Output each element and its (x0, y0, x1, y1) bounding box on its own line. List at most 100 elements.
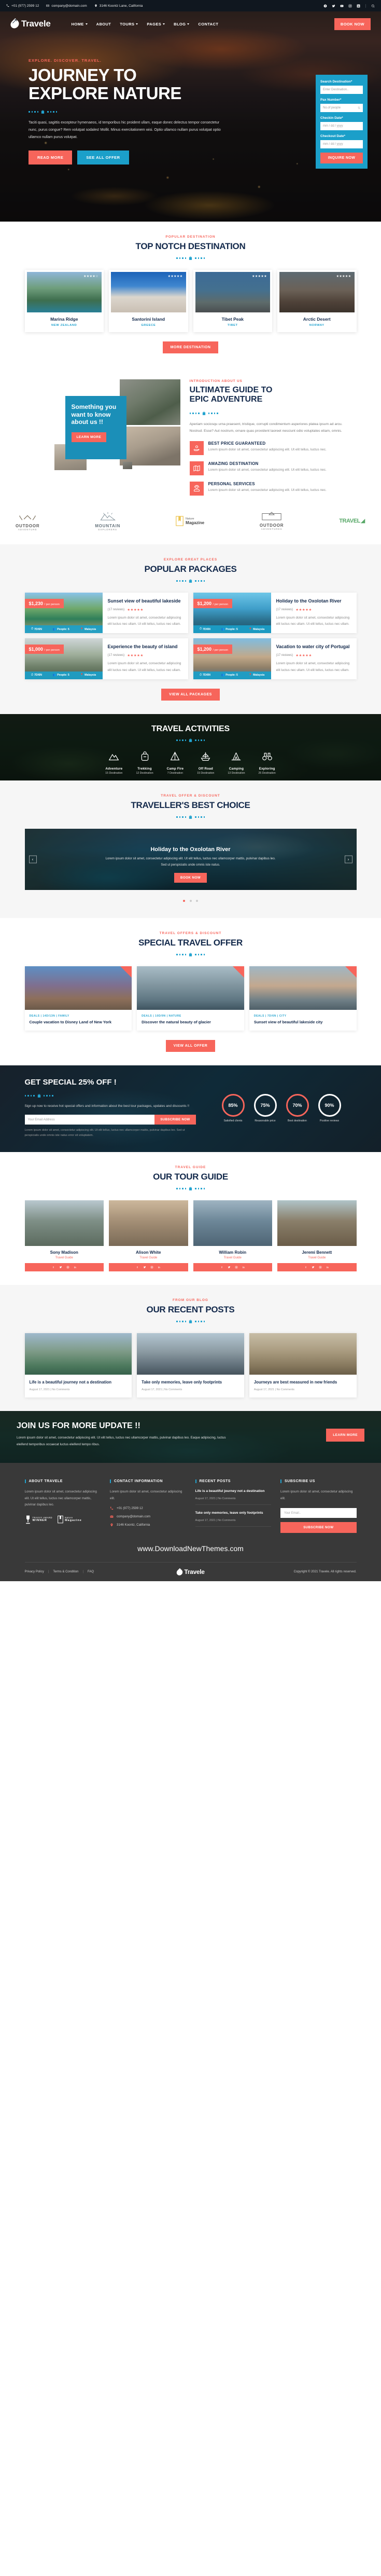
footer-logo[interactable]: Travele (134, 1568, 247, 1577)
footer-recent-post[interactable]: Take only memories, leave only footprint… (195, 1511, 271, 1527)
footer-subscribe-form: Your Email.. SUBSCRIBE NOW (280, 1508, 357, 1533)
instagram-icon[interactable] (66, 1266, 69, 1269)
twitter-icon[interactable] (332, 4, 335, 8)
carousel-dot-active[interactable] (183, 899, 186, 902)
divider-dots-left (176, 1188, 186, 1189)
topbar-address[interactable]: 3146 Koontz Lane, California (94, 4, 143, 8)
twitter-icon[interactable] (312, 1266, 315, 1269)
destination-card[interactable]: ★★★★★ Santorini Island GREECE (109, 270, 188, 332)
carousel-dot[interactable] (189, 899, 192, 902)
activity-trekking[interactable]: Trekking 12 Destination (136, 751, 153, 775)
footer-link-terms[interactable]: Terms & Condition (53, 1570, 78, 1573)
site-logo[interactable]: Travele (9, 18, 51, 30)
offer-card[interactable]: DEALS | 14D/13N | FAMILY Couple vacation… (24, 966, 132, 1031)
more-destination-button[interactable]: MORE DESTINATION (162, 341, 219, 353)
twitter-icon[interactable] (143, 1266, 146, 1269)
topbar-email-text: company@domain.com (51, 4, 87, 8)
instagram-icon[interactable] (348, 4, 352, 8)
facebook-icon[interactable] (136, 1266, 139, 1269)
activity-off-road[interactable]: Off Road 15 Destination (197, 751, 214, 775)
topbar-search-button[interactable] (366, 1, 375, 10)
youtube-icon[interactable] (340, 4, 344, 8)
hero-read-more-button[interactable]: READ MORE (29, 150, 73, 165)
footer-phone[interactable]: +01 (977) 2599 12 (110, 1506, 186, 1510)
checkout-date-input[interactable]: mm / dd / yyyy (320, 140, 363, 148)
offer-card[interactable]: DEALS | 7D/6N | CITY Sunset view of beau… (249, 966, 357, 1031)
view-all-offer-button[interactable]: VIEW ALL OFFER (165, 1039, 216, 1052)
nav-item-contact[interactable]: CONTACT (198, 22, 218, 26)
footer-link-faq[interactable]: FAQ (88, 1570, 94, 1573)
post-card[interactable]: Take only memories, leave only footprint… (137, 1333, 244, 1398)
facebook-icon[interactable] (220, 1266, 223, 1269)
instagram-icon[interactable] (319, 1266, 322, 1269)
about-feature: PERSONAL SERVICES Lorem ipsum dolor sit … (189, 482, 357, 496)
guide-card[interactable]: Sony Madison Travel Guide (24, 1200, 104, 1271)
nav-item-pages[interactable]: PAGES (147, 22, 165, 26)
activity-name: Exploring (259, 766, 275, 771)
package-card[interactable]: $1,230 / per person ⏱ 7D/6N 👥 People: 5 … (24, 593, 188, 634)
guide-card[interactable]: Alison White Travel Guide (109, 1200, 188, 1271)
destination-card[interactable]: ★★★★★ Arctic Desert NORWAY (277, 270, 357, 332)
footer-email[interactable]: company@domain.com (110, 1515, 186, 1518)
instagram-icon[interactable] (150, 1266, 153, 1269)
package-card[interactable]: $1,200 / per person ⏱ 7D/6N 👥 People: 5 … (193, 593, 357, 634)
cta-learn-more-button[interactable]: LEARN MORE (326, 1429, 364, 1442)
linkedin-icon[interactable] (357, 4, 360, 8)
hero-see-all-offer-button[interactable]: SEE ALL OFFER (77, 150, 129, 165)
guide-card[interactable]: William Robin Travel Guide (193, 1200, 272, 1271)
twitter-icon[interactable] (228, 1266, 231, 1269)
instagram-icon[interactable] (235, 1266, 238, 1269)
activity-camping[interactable]: Camping 13 Destination (228, 751, 245, 775)
linkedin-icon[interactable] (74, 1266, 77, 1269)
footer-contact-heading: CONTACT INFORMATION (110, 1479, 186, 1484)
footer-email-input[interactable]: Your Email.. (280, 1508, 357, 1518)
linkedin-icon[interactable] (242, 1266, 245, 1269)
footer-subscribe-button[interactable]: SUBSCRIBE NOW (280, 1522, 357, 1533)
nav-item-tours[interactable]: TOURS (120, 22, 138, 26)
phone-icon (6, 4, 9, 7)
twitter-icon[interactable] (59, 1266, 62, 1269)
destination-card[interactable]: ★★★★☆ Marina Ridge NEW ZEALAND (24, 270, 104, 332)
stat-circle: 85% (221, 1093, 245, 1117)
activity-adventure[interactable]: Adventure 15 Destination (105, 751, 122, 775)
about-learn-more-button[interactable]: LEARN MORE (71, 432, 107, 442)
destination-input[interactable]: Enter Destination.. (320, 86, 363, 94)
topbar-email[interactable]: company@domain.com (46, 4, 87, 8)
carousel-prev-button[interactable]: ‹ (29, 855, 37, 864)
package-card[interactable]: $1,000 / per person ⏱ 7D/6N 👥 People: 5 … (24, 638, 188, 679)
activity-exploring[interactable]: Exploring 25 Destination (259, 751, 276, 775)
footer-recent-post[interactable]: Life is a beautiful journey not a destin… (195, 1489, 271, 1505)
footer-address[interactable]: 3146 Koontz, California (110, 1523, 186, 1527)
discount-subscribe-button[interactable]: SUBSCRIBE NOW (154, 1115, 196, 1125)
carousel-book-now-button[interactable]: BOOK NOW (174, 872, 207, 883)
view-all-packages-button[interactable]: VIEW ALL PACKAGES (161, 688, 220, 701)
inquire-now-button[interactable]: INQUIRE NOW (320, 153, 363, 163)
checkin-date-input[interactable]: mm / dd / yyyy (320, 122, 363, 130)
divider-dots-right (195, 257, 205, 259)
nav-item-about[interactable]: ABOUT (96, 22, 111, 26)
destination-card[interactable]: ★★★★★ Tibet Peak TIBET (193, 270, 272, 332)
topbar-phone[interactable]: +01 (977) 2599 12 (6, 4, 39, 8)
activity-camp-fire[interactable]: Camp Fire 7 Destination (167, 751, 184, 775)
guide-card[interactable]: Jeremi Bennett Travel Guide (277, 1200, 357, 1271)
carousel-dot[interactable] (195, 899, 198, 902)
facebook-icon[interactable] (323, 4, 327, 8)
linkedin-icon[interactable] (326, 1266, 329, 1269)
discount-email-input[interactable]: Your Email Address (24, 1115, 155, 1125)
offers-title: SPECIAL TRAVEL OFFER (138, 937, 243, 948)
nav-item-blog[interactable]: BLOG (174, 22, 190, 26)
carousel-next-button[interactable]: › (344, 855, 352, 864)
nav-item-home[interactable]: HOME (72, 22, 88, 26)
guide-name: Sony Madison (50, 1250, 78, 1255)
linkedin-icon[interactable] (158, 1266, 161, 1269)
facebook-icon[interactable] (52, 1266, 55, 1269)
pax-input[interactable]: No.of people (320, 104, 363, 112)
facebook-icon[interactable] (304, 1266, 307, 1269)
post-card[interactable]: Life is a beautiful journey not a destin… (24, 1333, 132, 1398)
package-card[interactable]: $1,200 / per person ⏱ 7D/6N 👥 People: 5 … (193, 638, 357, 679)
book-now-button[interactable]: BOOK NOW (334, 18, 371, 30)
about-subtitle: INTRODUCTION ABOUT US (189, 379, 243, 383)
offer-card[interactable]: DEALS | 10D/9N | NATURE Discover the nat… (137, 966, 244, 1031)
footer-link-privacy[interactable]: Privacy Policy (25, 1570, 44, 1573)
post-card[interactable]: Journeys are best measured in new friend… (249, 1333, 357, 1398)
